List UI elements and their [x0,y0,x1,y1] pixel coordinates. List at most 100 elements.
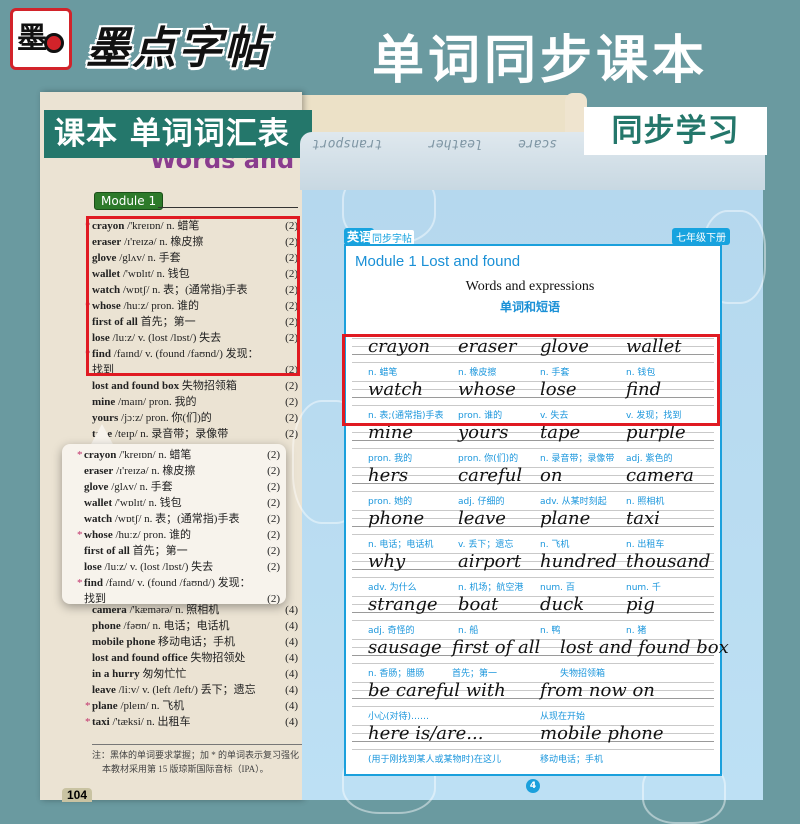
vocab-entry: phone /fəʊn/ n. 电话；电话机 (4) [92,618,298,634]
guide-line [352,534,714,535]
vocab-definition: 首先；第一 [129,545,188,557]
vocab-unit: (4) [285,684,298,696]
vocab-list-lower: camera /'kæmərə/ n. 照相机 (4) phone /fəʊn/ n… [85,602,298,730]
cursive-word: hundred [540,551,618,572]
cursive-phrase: sausage [368,637,442,658]
vocab-definition: /glʌv/ n. 手套 [108,481,173,493]
guide-line [352,620,714,621]
vocab-definition: 匆匆忙忙 [139,668,187,680]
vocab-unit: (2) [285,380,298,392]
word-gloss: pron. 她的 [368,497,413,507]
vocab-definition: 移动电话；手机 [155,636,236,648]
vocab-word: plane [92,700,118,712]
cursive-word: duck [540,594,585,615]
logo-mark: 墨 [17,21,47,56]
cursive-word: why [368,551,406,572]
word-gloss: n. 出租车 [626,540,665,550]
vocab-word: lost and found box [92,380,180,392]
phrase-gloss: 移动电话；手机 [540,755,604,765]
cursive-phrase: be careful with [368,680,506,701]
vocab-word: first of all [84,545,130,557]
vocab-definition: 找到 [84,593,106,605]
vocab-word: yours [92,412,119,424]
vocab-definition: /pleɪn/ n. 飞机 [117,700,185,712]
cursive-word: taxi [626,508,660,529]
vocab-entry: lost and found box 失物招领箱 (2) [92,378,298,394]
vocab-entry: mobile phone 移动电话；手机 (4) [92,634,298,650]
vocab-unit: (4) [285,668,298,680]
cursive-phrase: first of all [452,637,541,658]
vocab-definition: /'tæksi/ n. 出租车 [109,716,191,728]
cursive-word: pig [626,594,655,615]
vocab-word: glove [84,481,109,493]
brand-name: 墨点字帖 [86,23,270,74]
vocab-entry: * plane /pleɪn/ n. 飞机 (4) [85,698,298,714]
cursive-word: thousand [626,551,711,572]
cursive-word: hers [368,465,409,486]
star-icon: * [85,716,91,728]
vocab-unit: (4) [285,700,298,712]
workbook-page-number: 4 [526,779,540,793]
cursive-phrase: here is/are... [368,723,484,744]
vocab-entry: first of all 首先；第一 (2) [84,543,280,559]
cursive-phrase: mobile phone [540,723,664,744]
cursive-word: phone [368,508,425,529]
vocab-word: in a hurry [92,668,140,680]
vocab-entry: yours /jɔːz/ pron. 你(们)的 (2) [92,410,298,426]
word-gloss: n. 船 [458,626,479,636]
vocab-entry: watch /wɒtʃ/ n. 表；(通常指)手表 (2) [84,511,280,527]
vocab-unit: (2) [267,481,280,493]
guide-line [352,706,714,707]
cursive-word: leave [458,508,506,529]
cursive-phrase: from now on [540,680,655,701]
vocab-definition: 失物招领箱 [179,380,237,392]
vocab-entry: in a hurry 匆匆忙忙 (4) [92,666,298,682]
vocab-definition: /'kreɪɒn/ n. 蜡笔 [116,449,192,461]
vocab-entry: * whose /huːz/ pron. 谁的 (2) [77,527,280,543]
word-gloss: n. 照相机 [626,497,665,507]
footnote-line-1: 注：黑体的单词要求掌握；加 * 的单词表示复习强化 [92,750,300,760]
highlight-box-workbook [342,334,720,426]
vocab-unit: (2) [267,561,280,573]
textbook-module-tag: Module 1 [94,192,164,210]
vocab-unit: (4) [285,620,298,632]
vocab-entry: eraser /ɪ'reɪzə/ n. 橡皮擦 (2) [84,463,280,479]
vocab-definition: /teɪp/ n. 录音带；录像带 [112,428,229,440]
vocab-unit: (2) [267,497,280,509]
word-gloss: v. 丢下；遗忘 [458,540,514,550]
module-divider [158,207,298,208]
word-gloss: n. 电话；电话机 [368,540,434,550]
vocab-definition: /wɒtʃ/ n. 表；(通常指)手表 [112,513,240,525]
footnote: 注：黑体的单词要求掌握；加 * 的单词表示复习强化 本教材采用第 15 版琼斯国… [92,748,302,776]
guide-line [352,491,714,492]
cursive-word: strange [368,594,438,615]
cursive-word: plane [540,508,591,529]
vocab-entry: glove /glʌv/ n. 手套 (2) [84,479,280,495]
cursive-word: camera [626,465,694,486]
vocab-definition: /luːz/ v. (lost /lɒst/) 失去 [101,561,214,573]
vocab-definition: /faɪnd/ v. (found /faʊnd/) 发现： [102,577,251,589]
word-gloss: adj. 奇怪的 [368,626,415,636]
cursive-word: on [540,465,563,486]
vocab-definition: /'wɒlɪt/ n. 钱包 [112,497,182,509]
vocab-unit: (2) [267,513,280,525]
vocab-definition: /huːz/ pron. 谁的 [112,529,191,541]
word-gloss: pron. 你(们)的 [458,454,519,464]
guide-line [352,577,714,578]
star-icon: * [77,449,83,461]
cursive-word: airport [458,551,522,572]
vocab-definition: /jɔːz/ pron. 你(们)的 [118,412,212,424]
vocab-unit: (4) [285,716,298,728]
vocab-word: taxi [92,716,110,728]
footnote-line-2: 本教材采用第 15 版琼斯国际音标（IPA）。 [102,764,269,774]
footnote-divider [92,744,302,745]
guide-line [352,663,714,664]
zoom-callout-arrow [90,424,114,446]
vocab-word: crayon [84,449,117,461]
vocab-entry: * find /faɪnd/ v. (found /faʊnd/) 发现： [77,575,280,591]
vocab-word: wallet [84,497,113,509]
phrase-gloss: 小心(对待)…… [368,712,430,722]
vocab-word: whose [84,529,113,541]
vocab-unit: (2) [267,545,280,557]
vocab-entry: mine /maɪn/ pron. 我的 (2) [92,394,298,410]
